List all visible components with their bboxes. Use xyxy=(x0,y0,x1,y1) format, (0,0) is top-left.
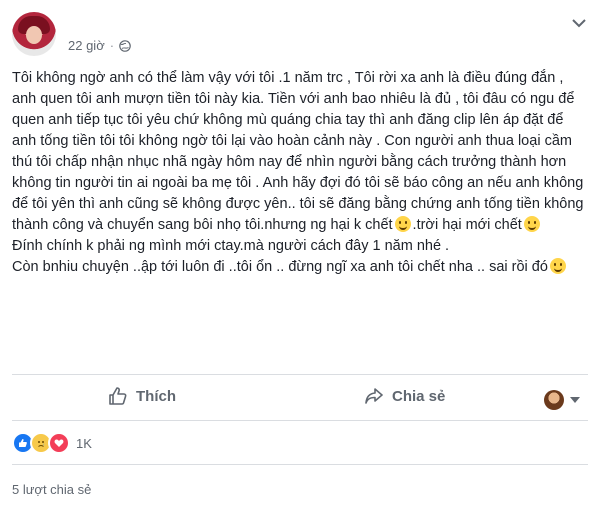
smile-emoji-icon xyxy=(394,216,411,232)
smile-emoji-icon xyxy=(549,258,566,274)
share-label: Chia sẻ xyxy=(392,387,446,405)
divider-top xyxy=(12,374,588,375)
post-body: Tôi không ngờ anh có thể làm vậy với tôi… xyxy=(12,68,590,278)
smile-emoji-icon xyxy=(523,216,540,232)
facebook-post: 22 giờ · Tôi không ngờ anh có thể làm vậ… xyxy=(0,0,600,511)
share-count[interactable]: 5 lượt chia sẻ xyxy=(12,482,91,497)
share-button[interactable]: Chia sẻ xyxy=(364,386,445,406)
like-label: Thích xyxy=(136,387,176,405)
action-bar: Thích Chia sẻ xyxy=(0,376,600,420)
avatar-face xyxy=(26,26,42,44)
reaction-as-selector[interactable] xyxy=(544,390,580,410)
like-button[interactable]: Thích xyxy=(108,386,176,406)
caret-down-icon xyxy=(570,397,580,403)
post-paragraph-1-end: .trời hại mới chết xyxy=(412,217,522,233)
post-meta: 22 giờ · xyxy=(68,38,131,53)
post-paragraph-1-text: Tôi không ngờ anh có thể làm vậy với tôi… xyxy=(12,70,584,233)
divider-footer xyxy=(12,464,588,465)
love-reaction-icon xyxy=(48,432,70,454)
chevron-down-icon[interactable] xyxy=(572,18,586,28)
user-avatar xyxy=(544,390,564,410)
post-paragraph-3: Còn bnhiu chuyện ..ập tới luôn đi ..tôi … xyxy=(12,257,590,278)
meta-separator: · xyxy=(109,38,115,53)
globe-icon[interactable] xyxy=(119,39,131,52)
author-name-redacted xyxy=(68,14,168,28)
post-timestamp[interactable]: 22 giờ xyxy=(68,38,105,53)
thumbs-up-icon xyxy=(109,387,127,405)
share-arrow-icon xyxy=(365,388,383,404)
author-avatar[interactable] xyxy=(12,12,56,56)
post-paragraph-2: Đính chính k phải ng mình mới ctay.mà ng… xyxy=(12,238,450,254)
reactions-summary[interactable]: 1K xyxy=(12,432,92,454)
post-paragraph-3-text: Còn bnhiu chuyện ..ập tới luôn đi ..tôi … xyxy=(12,259,548,275)
post-paragraph-1: Tôi không ngờ anh có thể làm vậy với tôi… xyxy=(12,68,590,236)
divider-bottom xyxy=(12,420,588,421)
reaction-count[interactable]: 1K xyxy=(76,436,92,451)
